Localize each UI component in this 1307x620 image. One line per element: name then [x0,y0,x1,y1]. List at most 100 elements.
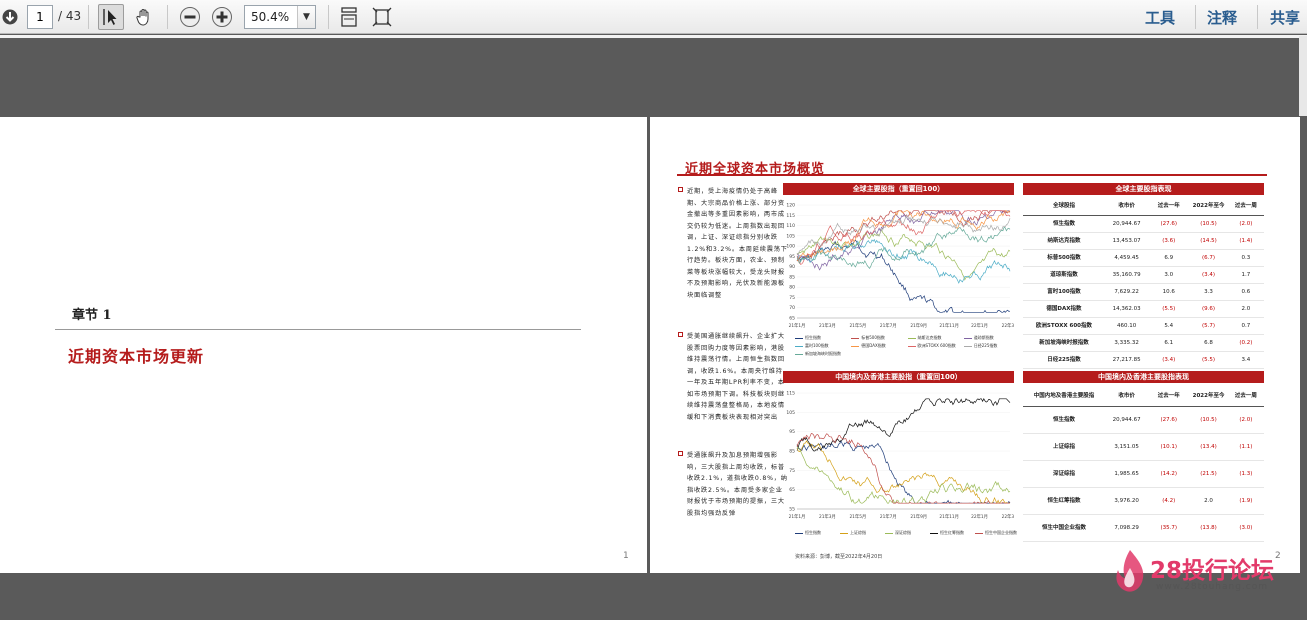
x-tick-label: 22年1月 [971,322,988,329]
table-cell: (13.4) [1200,444,1217,450]
series-line [796,398,1011,452]
table-cell: (2.0) [1239,221,1253,227]
table-cell: 3,151.05 [1114,444,1139,450]
table-row: 道琼斯指数 35,160.79 3.0 (3.4) 1.7 [1023,267,1264,284]
y-tick-label: 105 [786,233,795,239]
x-tick-label: 21年9月 [910,322,927,329]
table-cell: 欧洲STOXX 600指数 [1035,323,1092,329]
chevron-down-icon[interactable]: ▼ [297,6,315,28]
table-cell: (9.6) [1202,306,1216,312]
table-cell: 3,335.32 [1114,340,1139,346]
paragraph-us: 受通胀飙升及加息预期增强影响，三大股指上周均收跌，标普收跌2.1%，道指收跌0.… [678,450,788,519]
y-tick-label: 55 [789,507,795,513]
legend-swatch [795,532,803,534]
vertical-scrollbar[interactable] [1299,36,1307,116]
toolbar-divider [1195,5,1196,29]
zoom-select[interactable]: 50.4% ▼ [244,5,316,29]
legend-swatch [795,345,803,347]
title-underline [677,174,1267,176]
zoom-out-button[interactable] [177,4,203,30]
legend-swatch [795,353,803,355]
global-index-chart: 120 115 110 105 100 95 90 85 80 75 70 6521年1月 21年3月 2… [786,203,1014,330]
table-cell: (27.6) [1160,417,1178,423]
table-cell: 3.3 [1204,289,1213,295]
legend-label: 恒生指数 [805,530,821,535]
page-number-input[interactable]: 1 [27,5,53,29]
legend-label: 纳斯达克指数 [917,335,942,340]
table-cell: 0.6 [1241,289,1251,295]
table-cell: (10.5) [1200,221,1217,227]
series-line [796,226,1011,270]
page-number: 1 [623,551,629,561]
x-tick-label: 21年1月 [789,322,806,329]
table-header-cell: 中国内地及香港主要股指 [1033,393,1095,399]
legend-item: 上证综指 [840,530,866,536]
table-cell: 日经225指数 [1047,357,1081,363]
y-tick-label: 65 [789,487,795,493]
table-cell: (6.7) [1202,255,1216,261]
legend-swatch [907,345,916,347]
hand-tool-button[interactable] [131,4,157,30]
table-cell: 0.7 [1241,323,1251,329]
table-header-row: 全球股指 收市价 过去一年 2022年至今 过去一周 [1023,197,1264,216]
table-cell: 6.9 [1164,255,1174,261]
fit-page-button[interactable] [370,4,394,30]
x-tick-label: 21年5月 [849,322,866,329]
x-tick-label: 22年3月 [1002,322,1014,329]
table-cell: 7,098.29 [1114,525,1139,531]
table-cell: 3.0 [1164,272,1174,278]
legend-swatch [975,532,983,534]
legend-item: 恒生中国企业指数 [975,530,1017,536]
legend-label: 上证综指 [850,530,866,535]
series-line [796,446,1011,504]
plus-circle-icon [212,7,232,27]
y-tick-label: 70 [789,305,795,311]
legend-item: 新加坡海峡时报指数 [795,351,841,357]
legend-item: 深证综指 [885,530,911,536]
bullet-icon [678,332,683,337]
table-row: 恒生中国企业指数 7,098.29 (35.7) (13.8) (3.0) [1023,515,1264,542]
table-row: 德国DAX指数 14,362.03 (5.5) (9.6) 2.0 [1023,301,1264,318]
comments-link[interactable]: 注释 [1207,7,1237,28]
fit-width-button[interactable] [337,4,361,30]
y-tick-label: 95 [789,254,795,260]
x-tick-label: 21年11月 [939,513,959,520]
legend-item: 标普500指数 [851,335,885,341]
chart1-heading: 全球主要股指（重置回100） [783,183,1014,195]
zoom-in-button[interactable] [209,4,235,30]
table-row: 新加坡海峡时报指数 3,335.32 6.1 6.8 (0.2) [1023,335,1264,352]
tools-link[interactable]: 工具 [1145,7,1175,28]
legend-swatch [851,345,860,347]
x-tick-label: 21年1月 [789,513,806,520]
table-cell: (1.1) [1239,444,1253,450]
table-cell: (4.2) [1162,498,1176,504]
share-link[interactable]: 共享 [1270,7,1300,28]
paragraph-hk: 受美国通胀继续飙升、企业扩大股票回购力度等因素影响，港股维持震荡行情。上周恒生指… [678,331,788,423]
china-hk-index-table: 中国内地及香港主要股指 收市价 过去一年 2022年至今 过去一周 恒生指数 20,944.… [1023,385,1264,542]
fit-page-icon [372,7,392,27]
table-cell: (5.7) [1202,323,1216,329]
toolbar-divider [1257,5,1258,29]
table-cell: (14.2) [1160,471,1178,477]
table-cell: (10.1) [1160,444,1178,450]
watermark-url: www.28touhang.com [1156,582,1269,592]
table-cell: (35.7) [1160,525,1178,531]
table-row: 恒生指数 20,944.67 (27.6) (10.5) (2.0) [1023,216,1264,233]
legend-item: 恒生指数 [795,530,821,536]
paragraph-a-share: 近期，受上海疫情仍处于高峰期、大宗商品价格上涨、部分资金撤出等多重因素影响，两市… [678,186,788,301]
table-cell: 3.4 [1241,357,1251,363]
select-tool-button[interactable] [98,4,124,30]
table-cell: 恒生指数 [1052,221,1075,227]
next-page-button[interactable] [0,4,20,30]
legend-label: 恒生中国企业指数 [985,530,1017,535]
legend-swatch [963,345,972,347]
y-tick-label: 75 [789,468,795,474]
pdf-page-2: 近期全球资本市场概览 近期，受上海疫情仍处于高峰期、大宗商品价格上涨、部分资金撤… [650,117,1300,573]
chapter-divider [55,329,581,330]
table-row: 恒生指数 20,944.67 (27.6) (10.5) (2.0) [1023,407,1264,434]
table1-heading: 全球主要股指表现 [1023,183,1264,195]
legend-label: 欧洲STOXX 600指数 [917,343,956,348]
table-cell: (0.2) [1239,340,1253,346]
legend-item: 恒生红筹指数 [930,530,964,536]
table-cell: (5.5) [1162,306,1176,312]
